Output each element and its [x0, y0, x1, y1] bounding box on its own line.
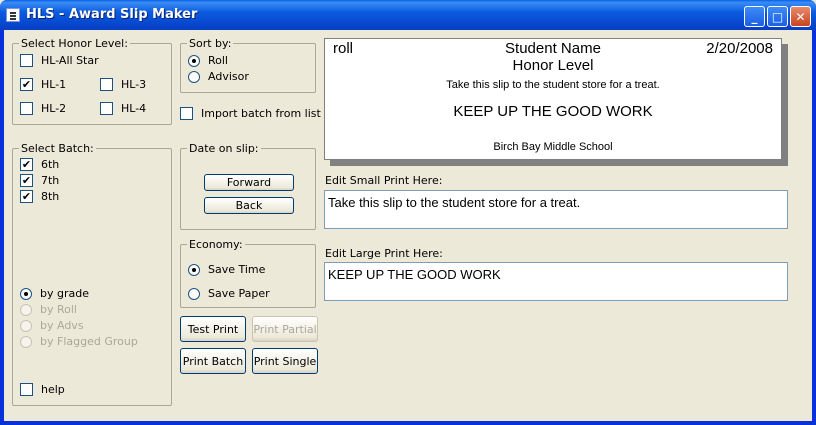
edit-large-print-label: Edit Large Print Here:	[325, 247, 443, 260]
radio-circle	[20, 303, 32, 316]
batch-7th-checkbox[interactable]: ✔ 7th	[20, 174, 59, 187]
slip-school: Birch Bay Middle School	[493, 141, 613, 153]
checkbox-label: HL-4	[121, 102, 147, 115]
radio-label: Roll	[208, 54, 228, 67]
radio-label: by Advs	[40, 319, 84, 332]
back-button[interactable]: Back	[204, 197, 294, 214]
radio-circle	[20, 319, 32, 332]
print-batch-button[interactable]: Print Batch	[180, 348, 246, 374]
small-print-field[interactable]: Take this slip to the student store for …	[324, 190, 788, 229]
honor-level-label: Select Honor Level:	[19, 37, 130, 50]
save-time-radio[interactable]: Save Time	[188, 263, 265, 276]
window-title: HLS - Award Slip Maker	[26, 7, 198, 22]
radio-label: by Roll	[40, 303, 77, 316]
save-paper-radio[interactable]: Save Paper	[188, 287, 270, 300]
radio-circle[interactable]	[188, 70, 200, 83]
checkbox-box[interactable]: ✔	[20, 190, 33, 203]
radio-circle[interactable]	[20, 287, 32, 300]
radio-label: by Flagged Group	[40, 335, 138, 348]
checkbox-box[interactable]	[20, 383, 33, 396]
slip-date: 2/20/2008	[706, 40, 773, 57]
honor-hl3-checkbox[interactable]: HL-3	[100, 78, 146, 91]
checkbox-label: HL-2	[41, 102, 67, 115]
slip-small-print: Take this slip to the student store for …	[446, 79, 660, 91]
checkbox-box[interactable]: ✔	[20, 158, 33, 171]
checkbox-label: Import batch from list	[201, 107, 321, 120]
minimize-button[interactable]: _	[744, 6, 765, 27]
radio-label: Save Time	[208, 263, 266, 276]
forward-button[interactable]: Forward	[204, 174, 294, 191]
select-batch-label: Select Batch:	[19, 142, 96, 155]
checkbox-label: HL-3	[121, 78, 147, 91]
checkbox-label: HL-1	[41, 78, 67, 91]
radio-dot	[192, 58, 196, 63]
radio-dot	[192, 267, 196, 272]
slip-large-print: KEEP UP THE GOOD WORK	[453, 103, 653, 120]
group-by-roll-radio: by Roll	[20, 303, 77, 316]
radio-circle[interactable]	[188, 54, 200, 67]
checkbox-box[interactable]	[20, 102, 33, 115]
edit-small-print-label: Edit Small Print Here:	[325, 174, 443, 187]
economy-label: Economy:	[187, 238, 245, 251]
checkbox-label: 8th	[41, 190, 60, 203]
checkbox-box[interactable]: ✔	[20, 78, 33, 91]
app-icon	[6, 8, 20, 22]
checkbox-box[interactable]: ✔	[20, 174, 33, 187]
checkbox-box[interactable]	[20, 54, 33, 67]
group-by-advs-radio: by Advs	[20, 319, 84, 332]
slip-preview: roll Student Name 2/20/2008 Honor Level …	[324, 38, 782, 160]
checkbox-box[interactable]	[180, 107, 193, 120]
title-bar[interactable]: HLS - Award Slip Maker _ □ ✕	[0, 0, 816, 30]
checkbox-label: HL-All Star	[41, 54, 99, 67]
date-on-slip-label: Date on slip:	[187, 142, 261, 155]
sort-by-group: Sort by:	[180, 37, 316, 93]
group-by-flagged-radio: by Flagged Group	[20, 335, 138, 348]
sort-by-label: Sort by:	[187, 37, 234, 50]
sort-advisor-radio[interactable]: Advisor	[188, 70, 249, 83]
app-window: HLS - Award Slip Maker _ □ ✕ Select Hono…	[0, 0, 816, 425]
radio-dot	[24, 291, 28, 296]
checkbox-box[interactable]	[100, 78, 113, 91]
radio-label: Save Paper	[208, 287, 270, 300]
checkbox-label: 6th	[41, 158, 60, 171]
sort-roll-radio[interactable]: Roll	[188, 54, 228, 67]
radio-label: by grade	[40, 287, 89, 300]
radio-circle	[20, 335, 32, 348]
help-checkbox[interactable]: help	[20, 383, 65, 396]
print-partial-button: Print Partial	[252, 316, 318, 342]
checkbox-box[interactable]	[100, 102, 113, 115]
checkbox-label: help	[41, 383, 65, 396]
checkbox-label: 7th	[41, 174, 60, 187]
print-single-button[interactable]: Print Single	[252, 348, 318, 374]
group-by-grade-radio[interactable]: by grade	[20, 287, 89, 300]
maximize-button[interactable]: □	[767, 6, 788, 27]
large-print-field[interactable]: KEEP UP THE GOOD WORK	[324, 262, 788, 301]
radio-circle[interactable]	[188, 263, 200, 276]
close-button[interactable]: ✕	[790, 6, 811, 27]
batch-8th-checkbox[interactable]: ✔ 8th	[20, 190, 59, 203]
batch-6th-checkbox[interactable]: ✔ 6th	[20, 158, 59, 171]
slip-honor-level: Honor Level	[512, 57, 594, 74]
honor-hl1-checkbox[interactable]: ✔ HL-1	[20, 78, 66, 91]
radio-label: Advisor	[208, 70, 249, 83]
honor-hl2-checkbox[interactable]: HL-2	[20, 102, 66, 115]
client-area: Select Honor Level: HL-All Star ✔ HL-1 H…	[4, 30, 812, 421]
radio-circle[interactable]	[188, 287, 200, 300]
honor-hl4-checkbox[interactable]: HL-4	[100, 102, 146, 115]
import-batch-checkbox[interactable]: Import batch from list	[180, 107, 321, 120]
honor-all-star-checkbox[interactable]: HL-All Star	[20, 54, 99, 67]
test-print-button[interactable]: Test Print	[180, 316, 246, 342]
